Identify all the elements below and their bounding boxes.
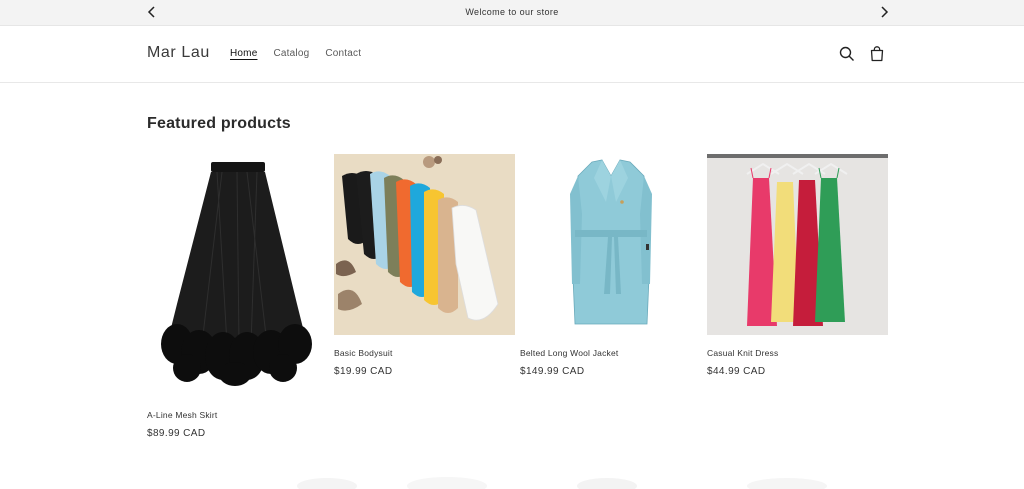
product-title[interactable]: Belted Long Wool Jacket <box>520 348 701 358</box>
product-card[interactable]: Casual Knit Dress $44.99 CAD <box>707 154 888 377</box>
nav-link-contact[interactable]: Contact <box>325 48 361 59</box>
product-title[interactable]: Basic Bodysuit <box>334 348 515 358</box>
site-header: Mar Lau Home Catalog Contact <box>0 26 1024 83</box>
product-image-skirt[interactable] <box>147 154 328 397</box>
nav-link-catalog[interactable]: Catalog <box>273 48 309 59</box>
main-nav: Home Catalog Contact <box>230 48 377 59</box>
announcement-bar: Welcome to our store <box>0 0 1024 26</box>
product-price: $149.99 CAD <box>520 366 585 377</box>
product-card[interactable]: Belted Long Wool Jacket $149.99 CAD <box>520 154 701 377</box>
store-logo[interactable]: Mar Lau <box>147 44 210 62</box>
nav-link-home[interactable]: Home <box>230 48 257 59</box>
cart-icon[interactable] <box>868 45 886 63</box>
next-row-placeholder <box>147 468 887 489</box>
announcement-message: Welcome to our store <box>465 7 559 17</box>
chevron-right-icon[interactable] <box>876 4 892 20</box>
product-card[interactable]: Basic Bodysuit $19.99 CAD <box>334 154 515 377</box>
featured-products-heading: Featured products <box>147 115 291 132</box>
product-price: $44.99 CAD <box>707 366 766 377</box>
product-price: $89.99 CAD <box>147 428 206 439</box>
product-price: $19.99 CAD <box>334 366 393 377</box>
product-image-bodysuit[interactable] <box>334 154 515 335</box>
product-card[interactable]: A-Line Mesh Skirt $89.99 CAD <box>147 154 328 439</box>
product-title[interactable]: A-Line Mesh Skirt <box>147 410 328 420</box>
search-icon[interactable] <box>838 45 856 63</box>
product-image-coat[interactable] <box>520 154 701 335</box>
product-title[interactable]: Casual Knit Dress <box>707 348 888 358</box>
product-image-dress[interactable] <box>707 154 888 335</box>
